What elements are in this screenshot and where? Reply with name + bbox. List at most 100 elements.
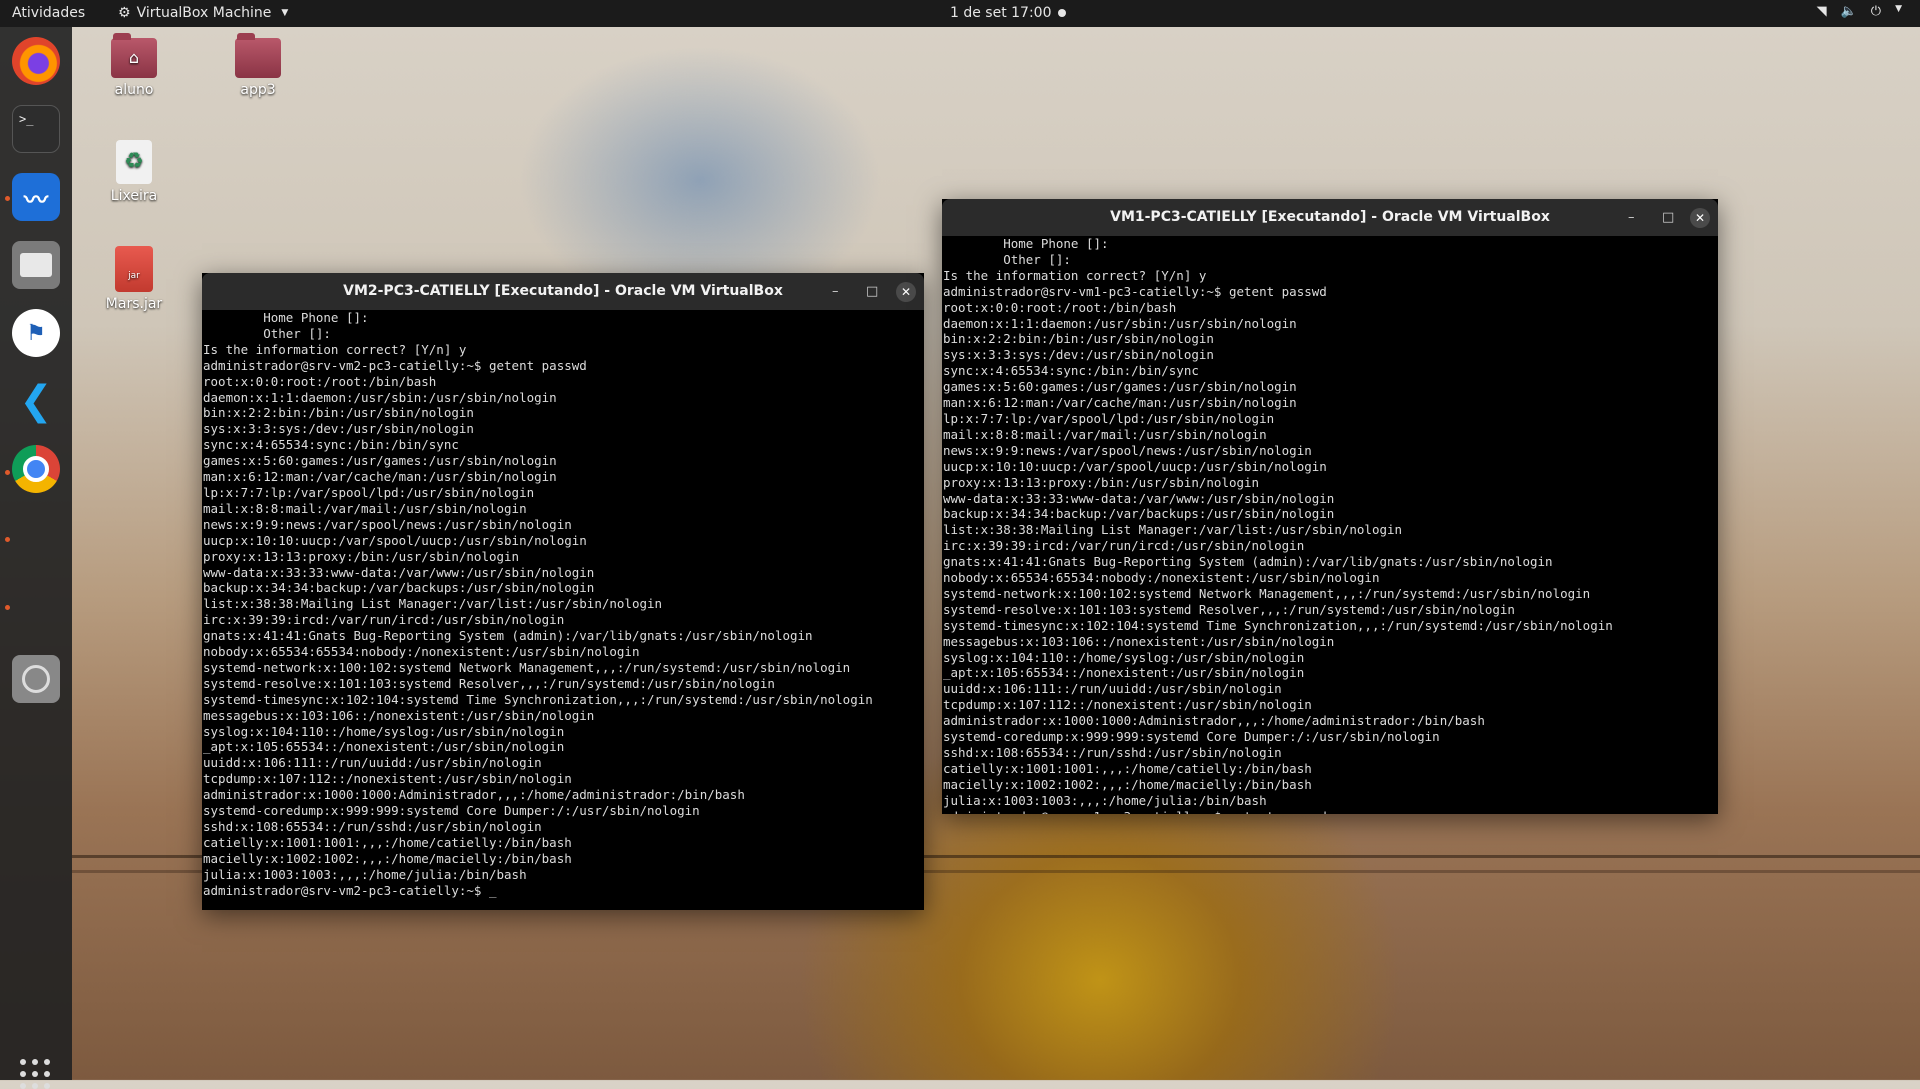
vm2-window[interactable]: VM2-PC3-CATIELLY [Executando] - Oracle V…: [202, 273, 924, 910]
trash-icon: ♻: [116, 140, 152, 184]
desktop-icon-label: app3: [240, 82, 276, 98]
running-indicator: [5, 537, 10, 542]
terminal-line: administrador@srv-vm1-pc3-catielly:~$ ge…: [943, 809, 1718, 814]
notification-dot-icon: [1058, 9, 1066, 17]
workspace-icon[interactable]: ⚑: [12, 309, 60, 357]
terminal-line: administrador:x:1000:1000:Administrador,…: [943, 713, 1485, 729]
terminal-line: list:x:38:38:Mailing List Manager:/var/l…: [943, 522, 1403, 538]
system-monitor-icon[interactable]: 〰: [12, 173, 60, 221]
terminal-line: syslog:x:104:110::/home/syslog:/usr/sbin…: [203, 723, 565, 739]
vm1-terminal-output[interactable]: Home Phone []: Other []: Is the informati…: [942, 236, 1718, 814]
terminal-line: lp:x:7:7:lp:/var/spool/lpd:/usr/sbin/nol…: [943, 410, 1275, 426]
terminal-line: gnats:x:41:41:Gnats Bug-Reporting System…: [943, 554, 1553, 570]
terminal-line: tcpdump:x:107:112::/nonexistent:/usr/sbi…: [943, 697, 1312, 713]
terminal-line: lp:x:7:7:lp:/var/spool/lpd:/usr/sbin/nol…: [203, 484, 535, 500]
terminal-line: julia:x:1003:1003:,,,:/home/julia:/bin/b…: [943, 792, 1267, 808]
minimize-button[interactable]: –: [832, 273, 839, 310]
terminal-line: gnats:x:41:41:Gnats Bug-Reporting System…: [203, 628, 813, 644]
terminal-line: macielly:x:1002:1002:,,,:/home/macielly:…: [203, 850, 572, 866]
terminal-line: systemd-coredump:x:999:999:systemd Core …: [203, 803, 700, 819]
terminal-line: sys:x:3:3:sys:/dev:/usr/sbin/nologin: [203, 421, 474, 437]
disc-icon[interactable]: [12, 655, 60, 703]
activities-button[interactable]: Atividades: [12, 5, 85, 21]
terminal-line: Home Phone []:: [943, 236, 1109, 251]
terminal-line: root:x:0:0:root:/root:/bin/bash: [203, 373, 437, 389]
volume-icon: 🔈: [1840, 4, 1857, 19]
terminal-line: www-data:x:33:33:www-data:/var/www:/usr/…: [943, 490, 1335, 506]
terminal-line: systemd-timesync:x:102:104:systemd Time …: [943, 617, 1613, 633]
close-button[interactable]: ✕: [1690, 208, 1710, 228]
running-indicator: [5, 196, 10, 201]
terminal-line: Is the information correct? [Y/n] y: [943, 267, 1207, 283]
terminal-line: sshd:x:108:65534::/run/sshd:/usr/sbin/no…: [943, 745, 1282, 760]
terminal-line: systemd-network:x:100:102:systemd Networ…: [943, 585, 1591, 601]
terminal-line: proxy:x:13:13:proxy:/bin:/usr/sbin/nolog…: [943, 474, 1260, 490]
folder-icon: [235, 33, 281, 78]
terminal-line: proxy:x:13:13:proxy:/bin:/usr/sbin/nolog…: [203, 548, 520, 564]
terminal-line: tcpdump:x:107:112::/nonexistent:/usr/sbi…: [203, 771, 572, 787]
power-icon: ⏻: [1870, 4, 1882, 19]
vscode-icon[interactable]: ❮: [12, 377, 60, 425]
terminal-line: systemd-resolve:x:101:103:systemd Resolv…: [943, 601, 1515, 617]
terminal-line: www-data:x:33:33:www-data:/var/www:/usr/…: [203, 564, 595, 580]
terminal-line: nobody:x:65534:65534:nobody:/nonexistent…: [203, 644, 640, 660]
desktop-icon-label: Lixeira: [110, 188, 158, 204]
vm2-terminal-output[interactable]: Home Phone []: Other []: Is the informati…: [202, 310, 924, 910]
terminal-line: sshd:x:108:65534::/run/sshd:/usr/sbin/no…: [203, 819, 542, 834]
terminal-line: messagebus:x:103:106::/nonexistent:/usr/…: [943, 633, 1335, 649]
maximize-button[interactable]: □: [866, 273, 878, 310]
terminal-line: syslog:x:104:110::/home/syslog:/usr/sbin…: [943, 649, 1305, 665]
terminal-line: _apt:x:105:65534::/nonexistent:/usr/sbin…: [943, 665, 1305, 681]
terminal-line: backup:x:34:34:backup:/var/backups:/usr/…: [203, 580, 595, 596]
terminal-line: mail:x:8:8:mail:/var/mail:/usr/sbin/nolo…: [943, 426, 1267, 442]
terminal-icon[interactable]: >_: [12, 105, 60, 153]
desktop-icon-label: aluno: [114, 82, 154, 98]
terminal-line: uuidd:x:106:111::/run/uuidd:/usr/sbin/no…: [943, 681, 1282, 697]
terminal-line: macielly:x:1002:1002:,,,:/home/macielly:…: [943, 776, 1312, 792]
terminal-line: sys:x:3:3:sys:/dev:/usr/sbin/nologin: [943, 347, 1214, 363]
vm1-titlebar[interactable]: VM1-PC3-CATIELLY [Executando] - Oracle V…: [942, 199, 1718, 236]
app-menu[interactable]: ⚙ VirtualBox Machine ▼: [118, 5, 288, 21]
terminal-line: administrador:x:1000:1000:Administrador,…: [203, 787, 745, 803]
terminal-line: Home Phone []:: [203, 310, 369, 325]
terminal-line: uucp:x:10:10:uucp:/var/spool/uucp:/usr/s…: [943, 458, 1327, 474]
terminal-line: catielly:x:1001:1001:,,,:/home/catielly:…: [943, 760, 1312, 776]
chevron-down-icon: ▼: [281, 8, 289, 18]
vm2-titlebar[interactable]: VM2-PC3-CATIELLY [Executando] - Oracle V…: [202, 273, 924, 310]
show-applications-icon[interactable]: [20, 1059, 50, 1089]
maximize-button[interactable]: □: [1662, 199, 1674, 236]
chrome-icon[interactable]: [12, 445, 60, 493]
running-indicator: [5, 605, 10, 610]
terminal-line: sync:x:4:65534:sync:/bin:/bin/sync: [203, 437, 459, 453]
terminal-line: systemd-resolve:x:101:103:systemd Resolv…: [203, 675, 775, 691]
terminal-line: systemd-network:x:100:102:systemd Networ…: [203, 659, 851, 675]
close-button[interactable]: ✕: [896, 282, 916, 302]
terminal-line: games:x:5:60:games:/usr/games:/usr/sbin/…: [203, 453, 557, 469]
clock[interactable]: 1 de set 17:00: [950, 5, 1052, 21]
files-icon[interactable]: [12, 241, 60, 289]
vm1-window[interactable]: VM1-PC3-CATIELLY [Executando] - Oracle V…: [942, 199, 1718, 814]
terminal-line: administrador@srv-vm2-pc3-catielly:~$ ge…: [203, 357, 587, 373]
desktop-icon-app3[interactable]: app3: [213, 33, 303, 98]
terminal-line: list:x:38:38:Mailing List Manager:/var/l…: [203, 596, 663, 612]
terminal-line: uucp:x:10:10:uucp:/var/spool/uucp:/usr/s…: [203, 532, 587, 548]
jar-file-icon: jar: [115, 246, 153, 292]
dock: >_ 〰 ⚑ ❮: [0, 27, 72, 1089]
desktop-icon-lixeira[interactable]: ♻ Lixeira: [89, 140, 179, 204]
terminal-line: daemon:x:1:1:daemon:/usr/sbin:/usr/sbin/…: [203, 389, 557, 405]
terminal-line: catielly:x:1001:1001:,,,:/home/catielly:…: [203, 834, 572, 850]
firefox-icon[interactable]: [12, 37, 60, 85]
terminal-line: irc:x:39:39:ircd:/var/run/ircd:/usr/sbin…: [203, 612, 565, 628]
chevron-down-icon: ▼: [1895, 4, 1902, 14]
terminal-line: games:x:5:60:games:/usr/games:/usr/sbin/…: [943, 379, 1297, 395]
minimize-button[interactable]: –: [1628, 199, 1635, 236]
system-tray[interactable]: ◥ 🔈 ⏻ ▼: [1817, 4, 1902, 19]
terminal-line: administrador@srv-vm1-pc3-catielly:~$ ge…: [943, 283, 1327, 299]
desktop-icon-mars-jar[interactable]: jar Mars.jar: [89, 246, 179, 312]
terminal-line: _apt:x:105:65534::/nonexistent:/usr/sbin…: [203, 739, 565, 755]
terminal-line: irc:x:39:39:ircd:/var/run/ircd:/usr/sbin…: [943, 538, 1305, 554]
app-menu-label: VirtualBox Machine: [136, 5, 272, 21]
desktop-icon-label: Mars.jar: [105, 296, 163, 312]
terminal-line: bin:x:2:2:bin:/bin:/usr/sbin/nologin: [943, 331, 1214, 347]
desktop-icon-aluno[interactable]: ⌂ aluno: [89, 33, 179, 98]
